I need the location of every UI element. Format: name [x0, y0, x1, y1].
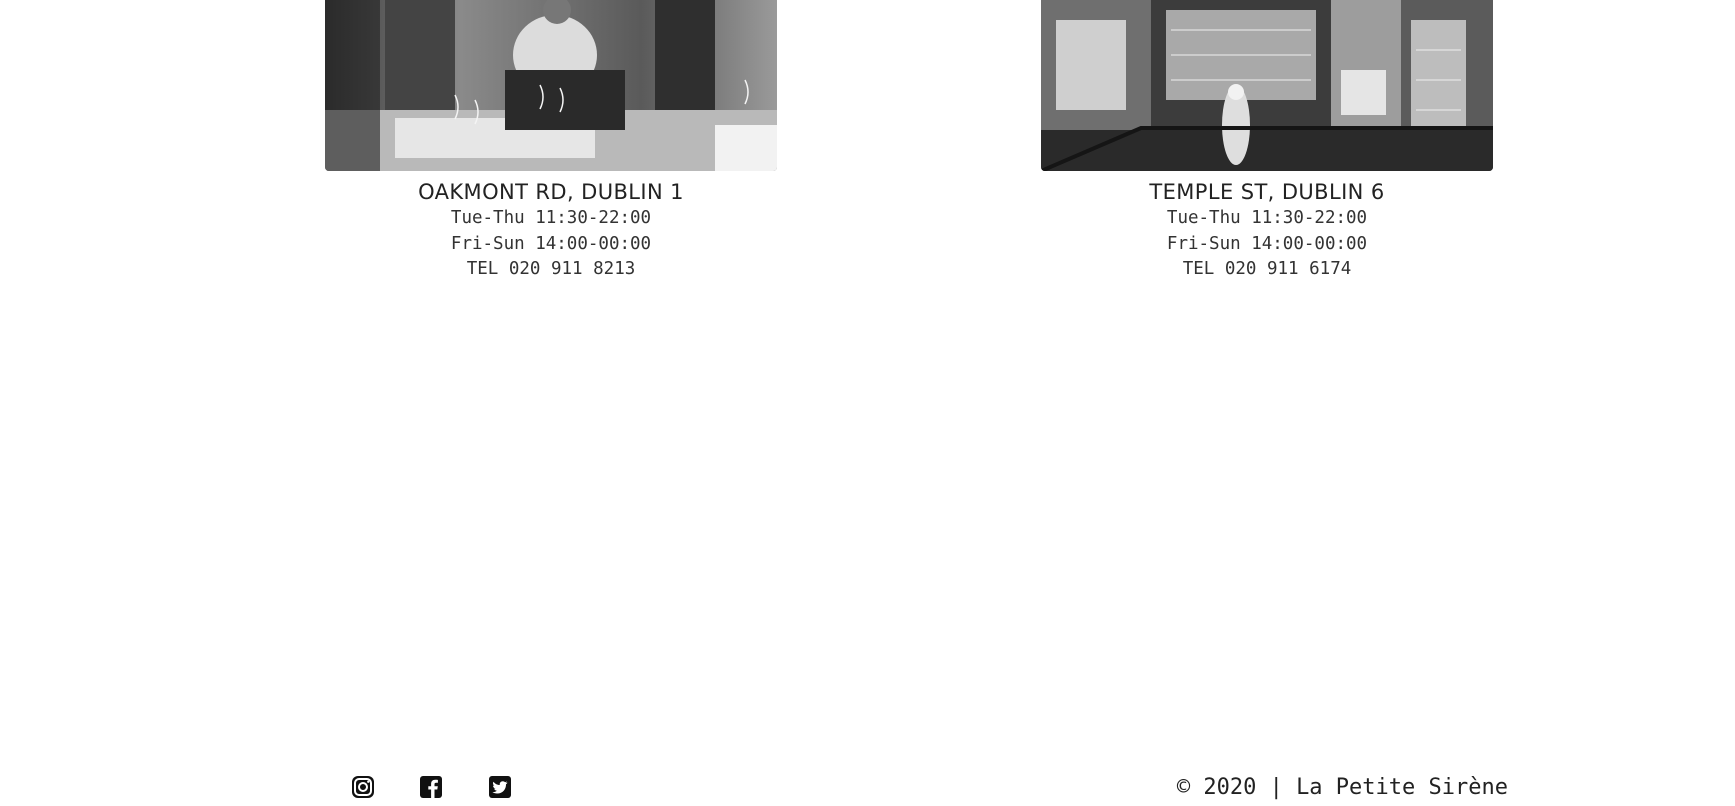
- restaurant-bar-photo: [1041, 0, 1493, 171]
- location-phone: TEL 020 911 8213: [466, 259, 636, 279]
- twitter-icon[interactable]: [487, 774, 513, 800]
- location-phone: TEL 020 911 6174: [1182, 259, 1352, 279]
- location-hours-weekend: Fri-Sun 14:00-00:00: [1166, 233, 1368, 254]
- location-card-oakmont: OAKMONT RD, DUBLIN 1 Tue-Thu 11:30-22:00…: [325, 0, 777, 283]
- location-title: OAKMONT RD, DUBLIN 1: [418, 180, 684, 204]
- location-hours-weekday: Tue-Thu 11:30-22:00: [1166, 208, 1368, 228]
- footer: © 2020 | La Petite Sirène: [0, 760, 1735, 806]
- page: OAKMONT RD, DUBLIN 1 Tue-Thu 11:30-22:00…: [0, 0, 1735, 806]
- location-hours-weekday: Tue-Thu 11:30-22:00: [450, 208, 652, 228]
- restaurant-dining-photo: [325, 0, 777, 171]
- instagram-icon[interactable]: [350, 774, 376, 800]
- copyright-text: © 2020 | La Petite Sirène: [1176, 775, 1508, 800]
- location-card-temple: TEMPLE ST, DUBLIN 6 Tue-Thu 11:30-22:00 …: [1041, 0, 1493, 283]
- location-hours-weekend: Fri-Sun 14:00-00:00: [450, 233, 652, 254]
- facebook-icon[interactable]: [418, 774, 444, 800]
- location-title: TEMPLE ST, DUBLIN 6: [1149, 180, 1385, 204]
